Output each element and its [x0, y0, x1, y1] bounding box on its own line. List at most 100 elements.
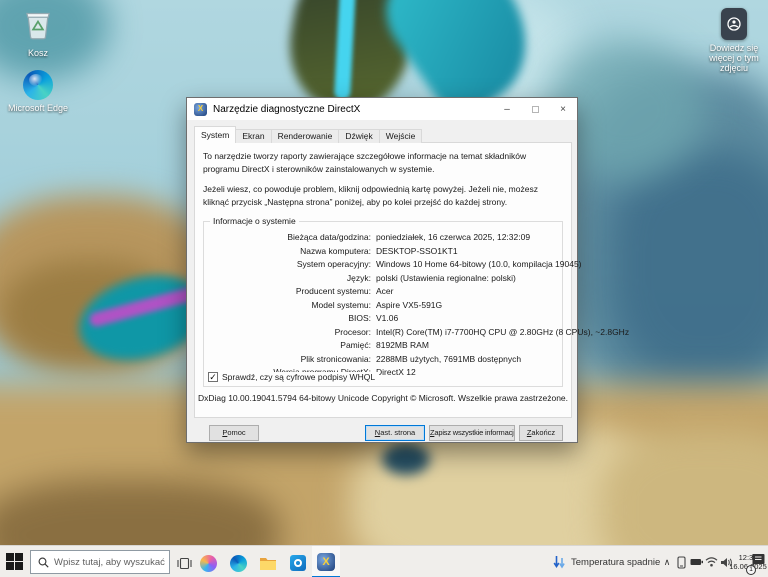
windows-logo-icon: [15, 562, 23, 570]
taskbar-search[interactable]: [30, 550, 170, 574]
edge-icon: [23, 70, 53, 100]
start-button[interactable]: [6, 553, 24, 571]
wallpaper-shape: [610, 150, 768, 380]
taskbar-app-edge[interactable]: [226, 551, 250, 575]
recycle-bin-icon: [23, 8, 53, 45]
search-icon: [38, 557, 49, 568]
taskbar-app-outlook[interactable]: [286, 551, 310, 575]
weather-label: Temperatura spadnie: [571, 557, 660, 568]
info-row: Język:polski (Ustawienia regionalne: pol…: [204, 272, 562, 286]
tab-ekran[interactable]: Ekran: [235, 129, 271, 143]
battery-icon: [690, 558, 703, 566]
desktop-icon-label: Kosz: [28, 48, 48, 58]
info-value: Windows 10 Home 64-bitowy (10.0, kompila…: [376, 258, 582, 272]
taskbar-app-copilot[interactable]: [196, 551, 220, 575]
info-row: Model systemu:Aspire VX5-591G: [204, 299, 562, 313]
picture-info-icon: [721, 8, 747, 40]
checkbox-checked-icon[interactable]: ✓: [208, 372, 218, 382]
whql-checkbox[interactable]: ✓ Sprawdź, czy są cyfrowe podpisy WHQL: [206, 372, 379, 382]
action-center-button[interactable]: 1: [749, 546, 767, 577]
close-button[interactable]: ×: [549, 98, 577, 120]
info-value: DESKTOP-SSO1KT1: [376, 245, 562, 259]
notification-badge: 1: [746, 565, 756, 575]
task-view-button[interactable]: [172, 551, 196, 575]
desktop-icon-recycle-bin[interactable]: Kosz: [2, 8, 74, 58]
temperature-falling-icon: [552, 555, 566, 569]
whql-checkbox-label: Sprawdź, czy są cyfrowe podpisy WHQL: [222, 372, 375, 382]
tab-page-system: To narzędzie tworzy raporty zawierające …: [194, 142, 572, 418]
taskbar-app-dxdiag-active[interactable]: X: [312, 546, 340, 577]
file-explorer-icon: [259, 556, 277, 571]
system-info-rows: Bieżąca data/godzina:poniedziałek, 16 cz…: [204, 231, 562, 380]
tray-expand-chevron[interactable]: ∧: [660, 546, 674, 577]
intro-paragraph: To narzędzie tworzy raporty zawierające …: [203, 150, 563, 175]
edge-icon: [230, 555, 247, 572]
wifi-icon: [705, 557, 718, 567]
info-label: Pamięć:: [204, 339, 376, 353]
info-row: Bieżąca data/godzina:poniedziałek, 16 cz…: [204, 231, 562, 245]
info-value: poniedziałek, 16 czerwca 2025, 12:32:09: [376, 231, 562, 245]
info-value: polski (Ustawienia regionalne: polski): [376, 272, 562, 286]
dialog-client-area: SystemEkranRenderowanieDźwiękWejście To …: [187, 120, 577, 442]
taskbar-weather[interactable]: Temperatura spadnie: [548, 546, 664, 577]
fish-tail: [382, 443, 430, 475]
info-value: Intel(R) Core(TM) i7-7700HQ CPU @ 2.80GH…: [376, 326, 629, 340]
tab-strip: SystemEkranRenderowanieDźwiękWejście: [194, 126, 421, 143]
info-value: Acer: [376, 285, 562, 299]
windows-logo-icon: [6, 553, 14, 561]
desktop-icon-label: Dowiedz się więcej o tym zdjęciu: [698, 43, 768, 73]
dxdiag-version-line: DxDiag 10.00.19041.5794 64-bitowy Unicod…: [195, 393, 571, 403]
next-page-button[interactable]: Nast. strona: [365, 425, 425, 441]
info-row: Pamięć:8192MB RAM: [204, 339, 562, 353]
info-label: Producent systemu:: [204, 285, 376, 299]
desktop-icon-label: Microsoft Edge: [8, 103, 68, 113]
info-value: V1.06: [376, 312, 562, 326]
system-info-groupbox: Informacje o systemie Bieżąca data/godzi…: [203, 221, 563, 387]
windows-logo-icon: [15, 553, 23, 561]
outlook-icon: [290, 555, 306, 571]
info-row: Plik stronicowania:2288MB użytych, 7691M…: [204, 353, 562, 367]
info-value: 8192MB RAM: [376, 339, 562, 353]
info-row: System operacyjny:Windows 10 Home 64-bit…: [204, 258, 562, 272]
tray-battery-button[interactable]: [689, 546, 703, 577]
outlook-o-glyph: [294, 559, 302, 567]
dxdiag-icon: X: [317, 553, 335, 571]
dxdiag-window: X Narzędzie diagnostyczne DirectX – × Sy…: [186, 97, 578, 443]
info-row: Procesor:Intel(R) Core(TM) i7-7700HQ CPU…: [204, 326, 562, 340]
help-button[interactable]: Pomoc: [209, 425, 259, 441]
tray-device-button[interactable]: [675, 546, 688, 577]
info-row: Producent systemu:Acer: [204, 285, 562, 299]
tab-wejście[interactable]: Wejście: [379, 129, 423, 143]
info-label: Język:: [204, 272, 376, 286]
tab-dźwięk[interactable]: Dźwięk: [338, 129, 379, 143]
info-label: Bieżąca data/godzina:: [204, 231, 376, 245]
maximize-icon: [532, 106, 539, 113]
intro-paragraph: Jeżeli wiesz, co powoduje problem, klikn…: [203, 183, 563, 208]
tab-renderowanie[interactable]: Renderowanie: [271, 129, 340, 143]
title-bar[interactable]: X Narzędzie diagnostyczne DirectX – ×: [187, 98, 577, 120]
save-all-information-button[interactable]: Zapisz wszystkie informacje...: [429, 425, 515, 441]
info-row: Nazwa komputera:DESKTOP-SSO1KT1: [204, 245, 562, 259]
windows-logo-icon: [6, 562, 14, 570]
tray-network-button[interactable]: [704, 546, 718, 577]
info-label: Procesor:: [204, 326, 376, 340]
info-label: System operacyjny:: [204, 258, 376, 272]
exit-button[interactable]: Zakończ: [519, 425, 563, 441]
dxdiag-app-icon: X: [194, 103, 207, 116]
info-label: BIOS:: [204, 312, 376, 326]
info-row: BIOS:V1.06: [204, 312, 562, 326]
info-value: Aspire VX5-591G: [376, 299, 562, 313]
tab-system[interactable]: System: [194, 126, 236, 143]
desktop-icon-spotlight-info[interactable]: Dowiedz się więcej o tym zdjęciu: [698, 8, 768, 73]
info-label: Plik stronicowania:: [204, 353, 376, 367]
minimize-button[interactable]: –: [493, 98, 521, 120]
desktop-icon-microsoft-edge[interactable]: Microsoft Edge: [2, 70, 74, 113]
maximize-button[interactable]: [521, 98, 549, 120]
taskbar-app-file-explorer[interactable]: [256, 551, 280, 575]
window-title: Narzędzie diagnostyczne DirectX: [213, 104, 493, 115]
groupbox-title: Informacje o systemie: [210, 216, 299, 226]
copilot-icon: [200, 555, 217, 572]
search-input[interactable]: [54, 557, 186, 568]
info-label: Model systemu:: [204, 299, 376, 313]
phone-icon: [677, 556, 686, 569]
